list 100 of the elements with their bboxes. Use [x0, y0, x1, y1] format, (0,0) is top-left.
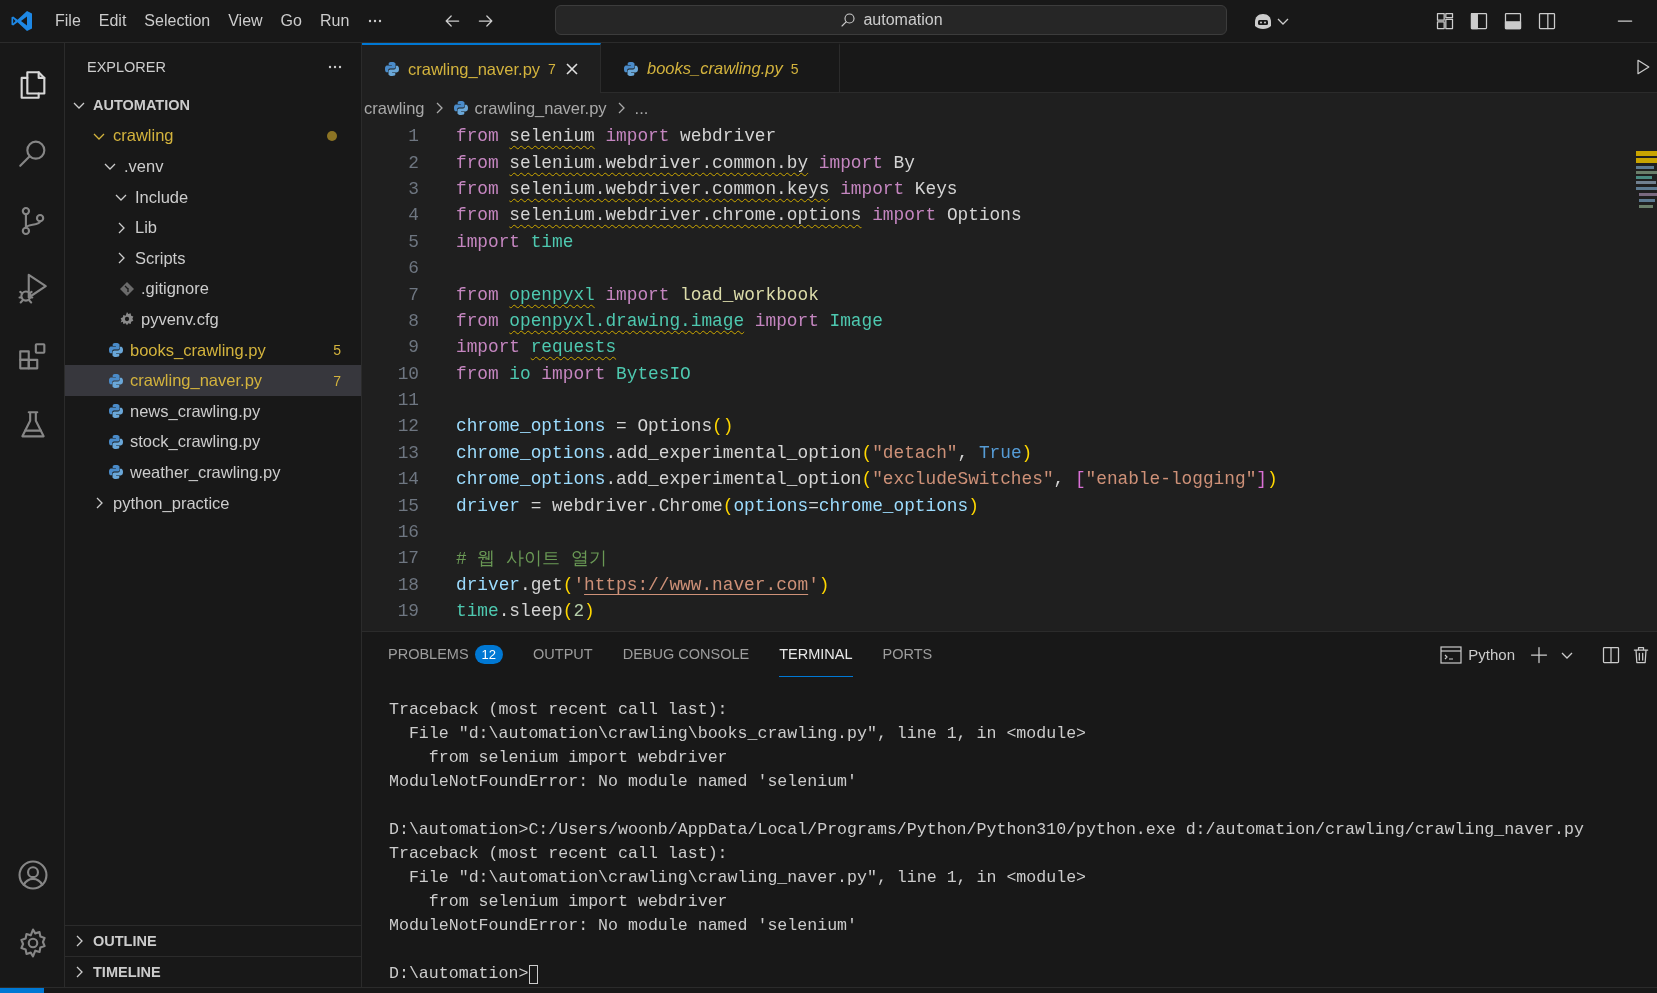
app-logo-icon	[10, 9, 34, 33]
line-number: 6	[407, 258, 419, 279]
breadcrumb-item[interactable]: crawling	[364, 98, 425, 118]
terminal-line: ModuleNotFoundError: No module named 'selenium'	[389, 771, 859, 793]
line-number: 2	[407, 152, 419, 173]
terminal-line: Traceback (most recent call last):	[389, 699, 729, 721]
run-debug-icon[interactable]	[16, 272, 50, 306]
terminal-line: from selenium import webdriver	[427, 747, 729, 769]
modified-dot	[327, 130, 337, 141]
trash-icon[interactable]	[1631, 644, 1651, 665]
split-icon[interactable]	[1601, 644, 1621, 665]
panel-tab[interactable]: DEBUG CONSOLE	[622, 632, 750, 677]
count-badge: 12	[474, 644, 504, 664]
tree-item[interactable]: stock_crawling.py	[65, 426, 361, 458]
line-number: 17	[396, 548, 419, 569]
line-number: 11	[396, 390, 419, 411]
line-number: 19	[396, 601, 419, 622]
line-number: 10	[396, 363, 419, 384]
terminal-line: File "d:\automation\crawling\books_crawling.py", line 1, in <module>	[407, 723, 1088, 745]
panel-tab[interactable]: TERMINAL	[779, 632, 853, 677]
tree-item[interactable]: .venv	[65, 151, 361, 182]
python-file-icon	[108, 403, 124, 420]
line-number: 12	[396, 416, 419, 437]
terminal-icon	[1440, 645, 1463, 664]
sidebar-toggle-icon[interactable]	[1469, 11, 1489, 31]
plus-icon[interactable]	[1529, 644, 1549, 665]
menu-item[interactable]: Run	[310, 8, 359, 34]
code-line: chrome_options.add_experimental_option("detach", True)	[456, 442, 1033, 463]
account-icon[interactable]	[16, 858, 50, 892]
line-number: 9	[407, 337, 419, 358]
code-line: import time	[456, 231, 574, 252]
tree-item[interactable]: books_crawling.py 5	[65, 334, 361, 366]
line-number: 16	[396, 522, 419, 543]
code-line: from selenium.webdriver.common.by import By	[456, 152, 915, 173]
panel-title: EXPLORER	[87, 58, 166, 75]
terminal-profile[interactable]: Python	[1436, 643, 1519, 666]
menu-item[interactable]: Selection	[135, 8, 220, 34]
panel-toggle-icon[interactable]	[1503, 11, 1523, 31]
tree-item[interactable]: Scripts	[65, 242, 361, 274]
line-number: 18	[396, 574, 419, 595]
code-line: from selenium.webdriver.common.keys import Keys	[456, 178, 958, 199]
line-number: 4	[407, 205, 419, 226]
problem-count: 7	[548, 61, 556, 77]
tree-item[interactable]: weather_crawling.py	[65, 457, 361, 488]
breadcrumb-item[interactable]: ...	[634, 98, 649, 118]
search-icon	[839, 11, 858, 29]
python-file-icon	[108, 372, 124, 389]
tree-item[interactable]: Include	[65, 181, 361, 213]
line-number: 5	[407, 231, 419, 252]
line-number: 7	[407, 284, 419, 305]
code-line: import requests	[456, 337, 617, 358]
secondary-sidebar-icon[interactable]	[1537, 11, 1557, 31]
panel-tab[interactable]: PROBLEMS 12	[388, 632, 504, 677]
terminal-line: ModuleNotFoundError: No module named 'selenium'	[389, 915, 859, 937]
line-number: 14	[396, 469, 419, 490]
menu-item[interactable]: View	[219, 8, 272, 34]
workspace-header[interactable]: AUTOMATION	[65, 90, 361, 121]
panel-tab[interactable]: PORTS	[882, 632, 933, 677]
tree-item[interactable]: pyvenv.cfg	[65, 304, 361, 335]
menu-item[interactable]: Go	[271, 8, 311, 34]
code-line: from selenium.webdriver.chrome.options import Options	[456, 205, 1022, 226]
line-number: 3	[407, 178, 419, 199]
code-line: driver.get('https://www.naver.com')	[456, 574, 830, 595]
python-file-icon	[108, 464, 124, 481]
problem-count: 7	[333, 372, 341, 389]
tree-item[interactable]: news_crawling.py	[65, 395, 361, 427]
code-line: time.sleep(2)	[456, 601, 595, 622]
editor-tab[interactable]: crawling_naver.py 7	[362, 43, 601, 93]
tree-item[interactable]: python_practice	[65, 487, 361, 519]
line-number: 13	[396, 442, 419, 463]
tree-item[interactable]: Lib	[65, 212, 361, 243]
section-header[interactable]: OUTLINE	[65, 925, 361, 956]
problem-count: 5	[790, 60, 799, 77]
terminal-line: File "d:\automation\crawling\crawling_naver.py", line 1, in <module>	[407, 867, 1088, 889]
code-line: # 웹 사이트 열기	[456, 548, 607, 571]
git-file-icon	[119, 280, 135, 297]
terminal-line: D:\automation>C:/Users/woonb/AppData/Local/Programs/Python/Python310/python.exe d:/automation/crawling/crawling_naver.py	[389, 819, 1585, 841]
line-number: 1	[407, 126, 419, 147]
tree-item[interactable]: .gitignore	[65, 273, 361, 305]
layout-icon[interactable]	[1435, 11, 1455, 31]
line-number: 15	[396, 495, 419, 516]
python-file-icon	[108, 433, 124, 450]
menu-item[interactable]: File	[46, 8, 90, 34]
editor-tab[interactable]: books_crawling.py 5	[601, 43, 840, 92]
code-line: driver = webdriver.Chrome(options=chrome_options)	[456, 495, 979, 516]
code-line: from selenium import webdriver	[456, 126, 777, 147]
terminal-line: D:\automation>	[389, 963, 529, 985]
close-icon[interactable]	[563, 61, 580, 77]
tree-item[interactable]: crawling_naver.py 7	[65, 365, 361, 396]
menu-item[interactable]: Edit	[89, 8, 136, 34]
code-line: chrome_options = Options()	[456, 416, 734, 437]
tree-item[interactable]: crawling	[65, 120, 361, 152]
terminal-line: from selenium import webdriver	[427, 891, 729, 913]
gear-icon	[119, 311, 135, 328]
python-file-icon	[623, 60, 639, 77]
search-field[interactable]: automation	[555, 5, 1227, 35]
breadcrumb-item[interactable]: crawling_naver.py	[474, 98, 607, 118]
code-line: from openpyxl import load_workbook	[456, 284, 819, 305]
panel-tab[interactable]: OUTPUT	[533, 632, 593, 677]
problem-count: 5	[333, 342, 341, 359]
